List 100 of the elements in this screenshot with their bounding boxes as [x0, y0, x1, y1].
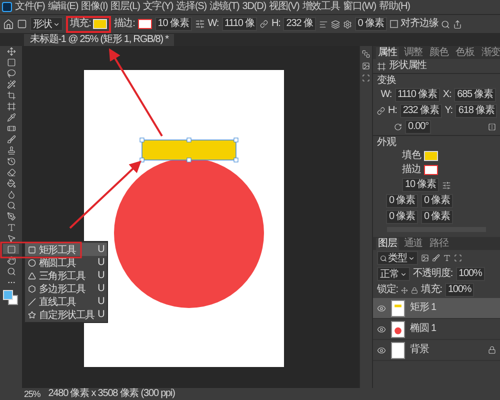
- fill-label: 填色: [402, 150, 421, 162]
- width-label: W:: [208, 18, 219, 30]
- opacity-label: 不透明度:: [412, 268, 453, 280]
- panel-tab[interactable]: 颜色: [428, 47, 450, 59]
- menu-item[interactable]: 选择(S): [176, 1, 206, 13]
- align-icon[interactable]: [318, 20, 328, 28]
- height-field[interactable]: 232 像: [283, 17, 316, 31]
- corner-radius-field[interactable]: 0 像素: [420, 210, 453, 224]
- settings-icon[interactable]: [342, 20, 352, 28]
- caret-icon: [400, 270, 407, 278]
- x-field[interactable]: 685 像素: [454, 88, 496, 102]
- color-swatches-icon[interactable]: [3, 290, 19, 306]
- panel-tab[interactable]: 图层: [376, 238, 399, 250]
- fill-label: 填充:: [420, 284, 442, 296]
- image-icon[interactable]: [420, 254, 429, 262]
- menu-item[interactable]: 滤镜(T): [210, 1, 240, 13]
- x-label: X:: [442, 89, 452, 101]
- link-icon[interactable]: [377, 107, 385, 115]
- stroke-label: 描边: [402, 164, 421, 176]
- brush-icon[interactable]: [432, 254, 440, 262]
- panel-tab[interactable]: 渐变: [479, 47, 500, 59]
- w-label: W:: [380, 89, 392, 101]
- corner-radius-field[interactable]: 0 像素: [420, 194, 453, 208]
- align-edges-checkbox[interactable]: [390, 20, 398, 28]
- panel-tab[interactable]: 通道: [402, 238, 425, 250]
- section-heading: 外观: [377, 136, 396, 148]
- eye-icon[interactable]: [377, 304, 386, 312]
- stroke-swatch[interactable]: [138, 19, 152, 29]
- document-tab[interactable]: 未标题-1 @ 25% (矩形 1, RGB/8) *: [24, 34, 174, 46]
- menu-item[interactable]: 文字(Y): [142, 1, 174, 13]
- rotate-icon[interactable]: [394, 123, 402, 131]
- h-label: H:: [388, 105, 397, 117]
- image-icon[interactable]: [362, 62, 370, 70]
- caret-icon: [408, 254, 415, 262]
- menu-item[interactable]: 编辑(E): [48, 1, 78, 13]
- flyout-item[interactable]: 三角形工具 U: [25, 269, 107, 282]
- share-icon[interactable]: [453, 20, 462, 28]
- flyout-item[interactable]: 多边形工具 U: [25, 282, 107, 295]
- angle-field[interactable]: 0.00°: [405, 120, 432, 134]
- move-icon[interactable]: [400, 286, 408, 294]
- flyout-item[interactable]: 直线工具 U: [25, 295, 107, 308]
- rectangle-icon[interactable]: [3, 244, 19, 254]
- flip-icon[interactable]: [488, 123, 496, 131]
- tool-mode-dropdown[interactable]: 形状: [30, 17, 63, 31]
- fill-field[interactable]: 100%: [444, 283, 474, 297]
- rectangle-icon[interactable]: [17, 19, 27, 29]
- corner-radius-field[interactable]: 0 像素: [354, 17, 387, 31]
- opacity-field[interactable]: 100%: [456, 267, 485, 281]
- y-field[interactable]: 618 像素: [455, 104, 498, 118]
- menu-item[interactable]: 图层(L): [110, 1, 140, 13]
- width-field[interactable]: 1110 像素: [394, 88, 440, 102]
- caret-icon: [52, 20, 60, 28]
- eye-icon[interactable]: [377, 346, 386, 354]
- layer-row[interactable]: 椭圆 1: [373, 319, 500, 340]
- flyout-item[interactable]: 自定形状工具 U: [25, 308, 107, 321]
- layer-filter-dropdown[interactable]: 类型: [377, 251, 418, 265]
- lock-icon[interactable]: [410, 286, 418, 294]
- panel-tab[interactable]: 属性: [376, 47, 399, 59]
- panel-title: 形状属性: [389, 60, 427, 72]
- flyout-item[interactable]: 椭圆工具 U: [25, 256, 107, 269]
- menu-item[interactable]: 增效工具: [302, 1, 340, 13]
- stroke-style-icon[interactable]: [194, 19, 205, 29]
- menu-item[interactable]: 帮助(H): [379, 1, 410, 13]
- line-icon: [28, 298, 36, 306]
- menu-item[interactable]: 3D(D): [242, 1, 266, 13]
- scan-icon[interactable]: [362, 74, 370, 82]
- search-icon[interactable]: [441, 20, 450, 28]
- menu-item[interactable]: 窗口(W): [342, 1, 376, 13]
- menu-item[interactable]: 视图(V): [268, 1, 300, 13]
- panel-tab[interactable]: 路径: [428, 238, 450, 250]
- blend-mode-dropdown[interactable]: 正常: [377, 267, 410, 281]
- width-field[interactable]: 1110 像: [222, 17, 258, 31]
- panel-tab[interactable]: 色板: [453, 47, 476, 59]
- corner-radius-field[interactable]: 0 像素: [386, 210, 418, 224]
- stroke-label: 描边:: [114, 18, 135, 30]
- stroke-swatch[interactable]: [424, 165, 438, 175]
- shape-icon[interactable]: [377, 62, 386, 70]
- rectangle-icon: [28, 246, 36, 254]
- layer-thumbnail: [391, 320, 405, 338]
- menu-item[interactable]: 文件(F): [15, 1, 45, 13]
- layer-row[interactable]: 背景: [373, 340, 500, 361]
- arrange-icon[interactable]: [330, 20, 340, 28]
- flyout-item[interactable]: 矩形工具 U: [25, 243, 107, 256]
- stroke-width-field[interactable]: 10 像素: [402, 178, 439, 192]
- section-heading: 变换: [377, 74, 396, 86]
- eye-icon[interactable]: [377, 324, 386, 334]
- panel-tab[interactable]: 调整: [402, 47, 425, 59]
- home-icon[interactable]: [3, 18, 14, 30]
- menu-item[interactable]: 图像(I): [81, 1, 108, 13]
- fill-swatch[interactable]: [424, 151, 438, 161]
- type-icon[interactable]: [442, 254, 451, 262]
- stroke-width-field[interactable]: 10 像素: [154, 17, 192, 31]
- height-field[interactable]: 232 像素: [400, 104, 442, 118]
- corner-radius-field[interactable]: 0 像素: [386, 194, 418, 208]
- link-icon[interactable]: [260, 20, 268, 28]
- layer-row[interactable]: 矩形 1: [373, 298, 500, 319]
- stroke-style-icon[interactable]: [442, 180, 451, 190]
- fill-swatch[interactable]: [92, 19, 107, 29]
- scan-icon[interactable]: [454, 254, 462, 262]
- panel-icon[interactable]: [362, 50, 370, 58]
